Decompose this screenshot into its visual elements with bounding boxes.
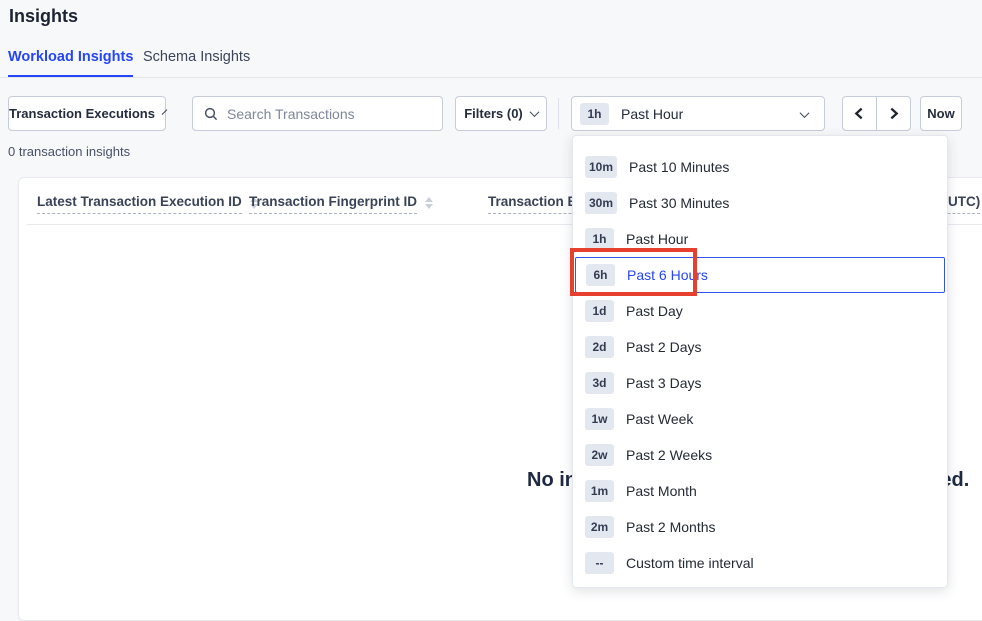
interval-label: Past Week	[626, 411, 693, 427]
chevron-down-icon	[800, 108, 810, 118]
chevron-down-icon	[162, 109, 168, 115]
menu-item-past-2-weeks[interactable]: 2w Past 2 Weeks	[573, 437, 947, 473]
filters-button[interactable]: Filters (0)	[455, 96, 547, 131]
time-interval-badge: 1h	[580, 103, 609, 125]
menu-item-custom-time-interval[interactable]: -- Custom time interval	[573, 545, 947, 581]
interval-badge: 1d	[585, 300, 614, 322]
tab-workload-insights[interactable]: Workload Insights	[8, 49, 133, 77]
interval-badge: 30m	[585, 192, 617, 214]
interval-badge: 1h	[585, 228, 614, 250]
time-interval-label: Past Hour	[621, 106, 683, 122]
menu-item-past-hour[interactable]: 1h Past Hour	[573, 221, 947, 257]
filters-label: Filters (0)	[464, 106, 523, 121]
chevron-left-icon	[853, 107, 866, 120]
interval-badge: 2m	[585, 516, 614, 538]
menu-item-past-day[interactable]: 1d Past Day	[573, 293, 947, 329]
menu-item-past-6-hours[interactable]: 6h Past 6 Hours	[575, 257, 945, 293]
interval-badge: --	[585, 552, 614, 574]
interval-label: Past 2 Months	[626, 519, 716, 535]
time-interval-select[interactable]: 1h Past Hour	[571, 96, 825, 131]
tab-schema-insights[interactable]: Schema Insights	[143, 49, 250, 75]
interval-badge: 6h	[586, 264, 615, 286]
interval-badge: 1w	[585, 408, 614, 430]
interval-label: Past 2 Weeks	[626, 447, 712, 463]
insights-count: 0 transaction insights	[8, 144, 130, 159]
now-button[interactable]: Now	[920, 96, 962, 131]
insights-page: Insights Workload Insights Schema Insigh…	[0, 0, 982, 605]
chevron-right-icon	[887, 107, 900, 120]
menu-item-past-2-days[interactable]: 2d Past 2 Days	[573, 329, 947, 365]
interval-label: Past 10 Minutes	[629, 159, 729, 175]
interval-badge: 10m	[585, 156, 617, 178]
interval-badge: 1m	[585, 480, 614, 502]
chevron-down-icon	[529, 107, 539, 117]
time-pager	[842, 96, 911, 131]
workload-type-select[interactable]: Transaction Executions	[8, 96, 166, 131]
tab-bar: Workload Insights Schema Insights	[0, 46, 982, 78]
column-label[interactable]: Transaction Fingerprint ID	[249, 194, 417, 214]
next-interval-button[interactable]	[877, 97, 911, 130]
now-label: Now	[927, 106, 954, 121]
sort-icon[interactable]	[425, 197, 433, 209]
interval-label: Custom time interval	[626, 555, 754, 571]
interval-badge: 3d	[585, 372, 614, 394]
menu-item-past-month[interactable]: 1m Past Month	[573, 473, 947, 509]
interval-label: Past Day	[626, 303, 683, 319]
menu-item-past-10-minutes[interactable]: 10m Past 10 Minutes	[573, 149, 947, 185]
menu-item-past-2-months[interactable]: 2m Past 2 Months	[573, 509, 947, 545]
interval-label: Past 3 Days	[626, 375, 701, 391]
column-label[interactable]: Latest Transaction Execution ID	[37, 194, 242, 214]
menu-item-past-week[interactable]: 1w Past Week	[573, 401, 947, 437]
menu-item-past-30-minutes[interactable]: 30m Past 30 Minutes	[573, 185, 947, 221]
column-header-transaction-fingerprint-id: Transaction Fingerprint ID	[249, 194, 433, 214]
previous-interval-button[interactable]	[843, 97, 877, 130]
interval-label: Past Hour	[626, 231, 688, 247]
time-interval-dropdown: 10m Past 10 Minutes 30m Past 30 Minutes …	[572, 135, 948, 588]
interval-badge: 2d	[585, 336, 614, 358]
search-icon	[203, 106, 219, 122]
page-title: Insights	[9, 6, 78, 27]
workload-type-label: Transaction Executions	[9, 106, 155, 121]
menu-item-past-3-days[interactable]: 3d Past 3 Days	[573, 365, 947, 401]
interval-label: Past 2 Days	[626, 339, 701, 355]
toolbar-divider	[558, 98, 559, 129]
interval-label: Past 30 Minutes	[629, 195, 729, 211]
interval-label: Past 6 Hours	[627, 267, 708, 283]
interval-label: Past Month	[626, 483, 697, 499]
search-input[interactable]	[227, 106, 432, 122]
search-box	[192, 96, 443, 131]
interval-badge: 2w	[585, 444, 614, 466]
column-header-latest-transaction-execution-id: Latest Transaction Execution ID	[37, 194, 258, 214]
